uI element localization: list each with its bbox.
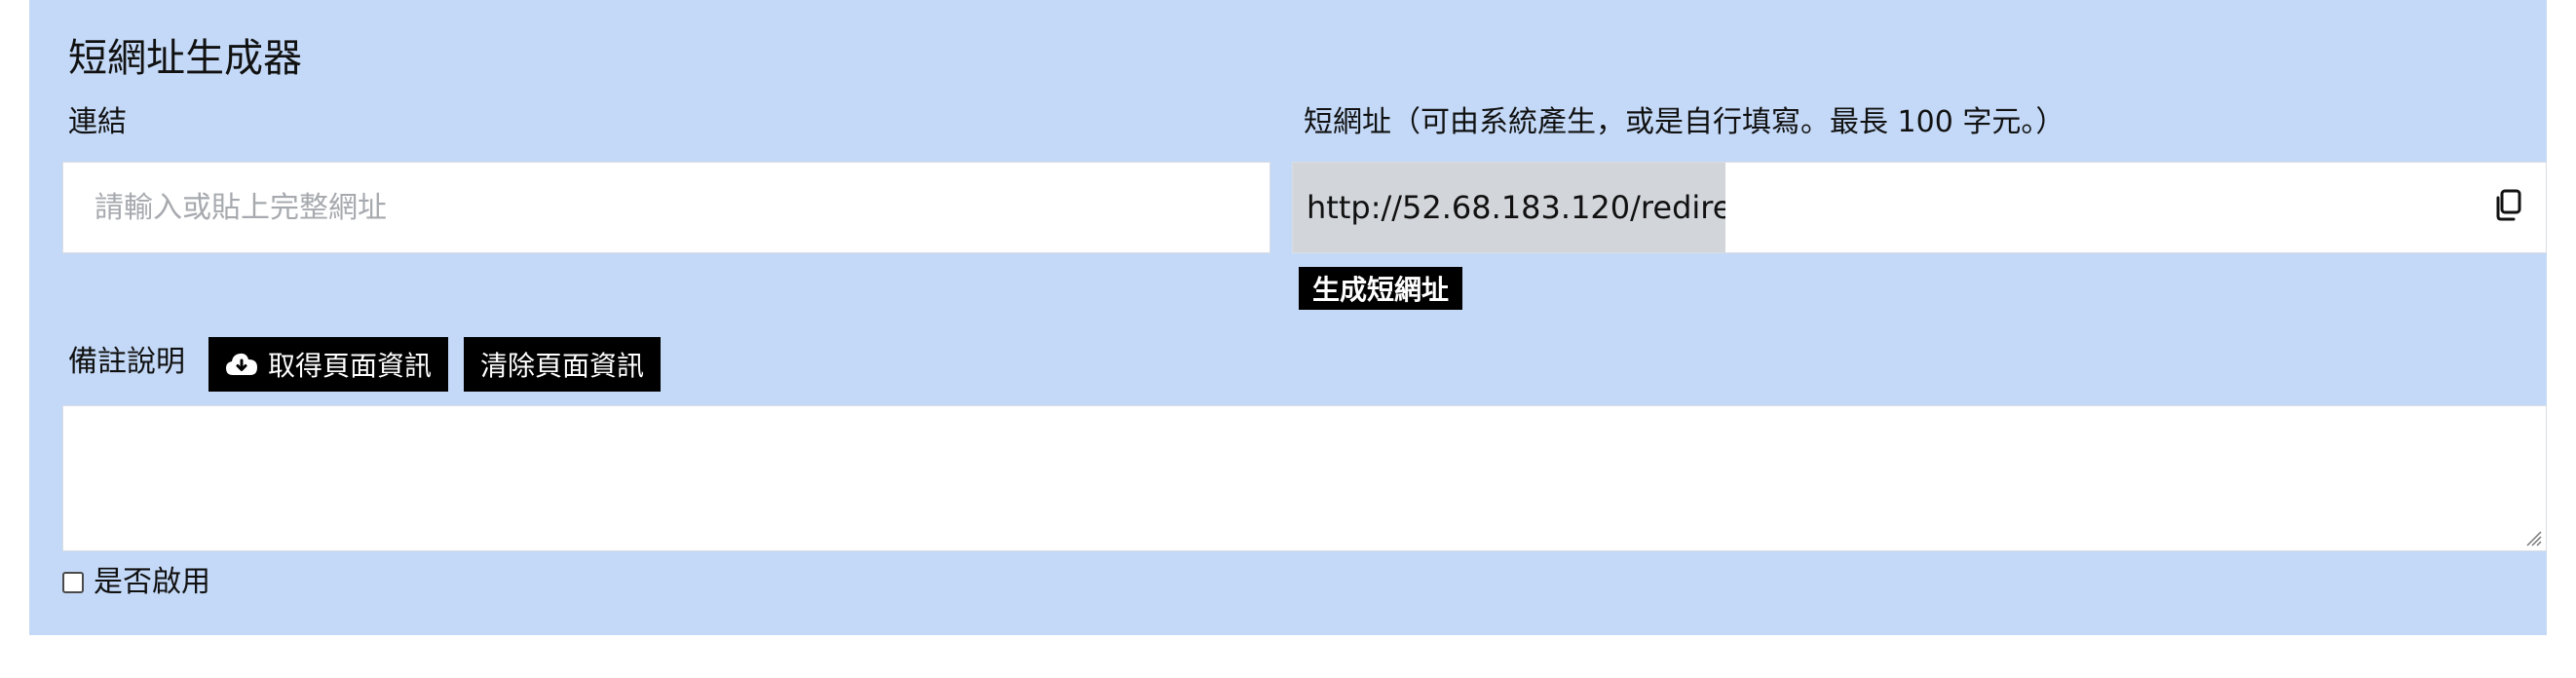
copy-button[interactable] [2470, 163, 2546, 252]
fetch-page-info-label: 取得頁面資訊 [267, 350, 432, 382]
short-url-input[interactable] [1725, 163, 2466, 252]
generate-short-url-button[interactable]: 生成短網址 [1299, 267, 1462, 310]
short-url-generator-panel: 短網址生成器 連結 短網址（可由系統產生，或是自行填寫。最長 100 字元。） … [29, 0, 2547, 635]
enable-label: 是否啟用 [94, 565, 210, 599]
fetch-page-info-button[interactable]: 取得頁面資訊 [208, 337, 448, 392]
short-url-field: http://52.68.183.120/redirect/ [1292, 162, 2547, 253]
note-textarea[interactable] [62, 405, 2547, 551]
cloud-download-icon [225, 352, 258, 377]
page-title: 短網址生成器 [68, 36, 302, 81]
clear-page-info-button[interactable]: 清除頁面資訊 [464, 337, 661, 392]
enable-row: 是否啟用 [62, 561, 210, 604]
short-url-prefix: http://52.68.183.120/redirect/ [1293, 163, 1725, 252]
enable-checkbox[interactable] [62, 572, 84, 593]
link-input[interactable] [62, 162, 1270, 253]
short-url-label: 短網址（可由系統產生，或是自行填寫。最長 100 字元。） [1304, 105, 2065, 139]
link-label: 連結 [68, 105, 127, 139]
copy-icon [2493, 189, 2522, 226]
resize-handle-icon[interactable] [2522, 527, 2542, 546]
note-label: 備註說明 [68, 345, 185, 379]
